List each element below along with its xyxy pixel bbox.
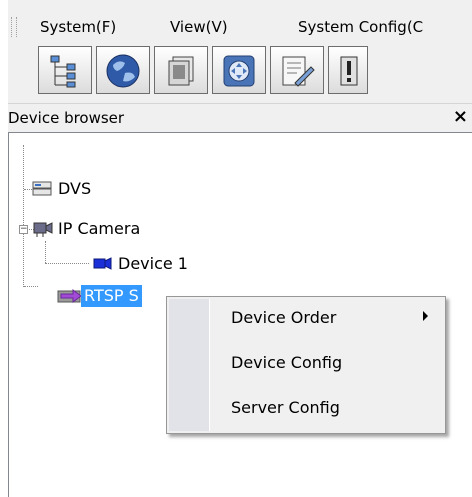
- alert-icon: [340, 56, 358, 86]
- toolbar-notepad-button[interactable]: [270, 46, 324, 94]
- menu-system-config[interactable]: System Config(C: [298, 17, 423, 37]
- panel-title: Device browser: [8, 109, 125, 127]
- main-window: System(F) View(V) System Config(C Device…: [8, 0, 472, 497]
- toolbar-layers-button[interactable]: [154, 46, 208, 94]
- device-tree-icon: [50, 55, 76, 88]
- context-menu-gutter: [169, 299, 210, 431]
- submenu-arrow-icon: [423, 311, 428, 321]
- camera-device-icon: [93, 257, 112, 270]
- menu-item-device-order[interactable]: Device Order: [231, 307, 336, 329]
- tree-node-label: RTSP S: [81, 285, 142, 307]
- tree-connector: [23, 145, 24, 287]
- device-browser-header: Device browser ×: [8, 103, 472, 132]
- document-layers-icon: [168, 56, 194, 86]
- dvs-icon: [32, 181, 52, 196]
- rtsp-server-icon: [57, 289, 82, 303]
- ip-camera-icon: [33, 222, 53, 237]
- globe-icon: [106, 54, 140, 88]
- tree-connector: [45, 241, 46, 263]
- close-icon[interactable]: ×: [453, 107, 468, 127]
- toolbar-ptz-button[interactable]: [212, 46, 266, 94]
- tree-node-label: IP Camera: [58, 219, 141, 238]
- notepad-edit-icon: [282, 56, 315, 87]
- ptz-control-icon: [223, 55, 255, 87]
- tree-node-label: DVS: [58, 179, 92, 198]
- menu-system[interactable]: System(F): [40, 17, 116, 37]
- tree-connector: [24, 286, 38, 287]
- menu-item-server-config[interactable]: Server Config: [231, 397, 340, 419]
- toolbar: [8, 40, 472, 98]
- toolbar-device-tree-button[interactable]: [38, 46, 92, 94]
- toolbar-alert-button[interactable]: [328, 46, 368, 94]
- toolbar-globe-button[interactable]: [96, 46, 150, 94]
- menu-item-device-config[interactable]: Device Config: [231, 352, 342, 374]
- context-menu: Device Order Device Config Server Config: [166, 296, 446, 434]
- menubar-grip[interactable]: [11, 17, 17, 37]
- menu-bar: System(F) View(V) System Config(C: [8, 14, 472, 38]
- tree-node-label: Device 1: [118, 254, 188, 273]
- menu-view[interactable]: View(V): [170, 17, 228, 37]
- tree-connector: [45, 263, 89, 264]
- collapse-toggle-icon[interactable]: −: [19, 225, 28, 234]
